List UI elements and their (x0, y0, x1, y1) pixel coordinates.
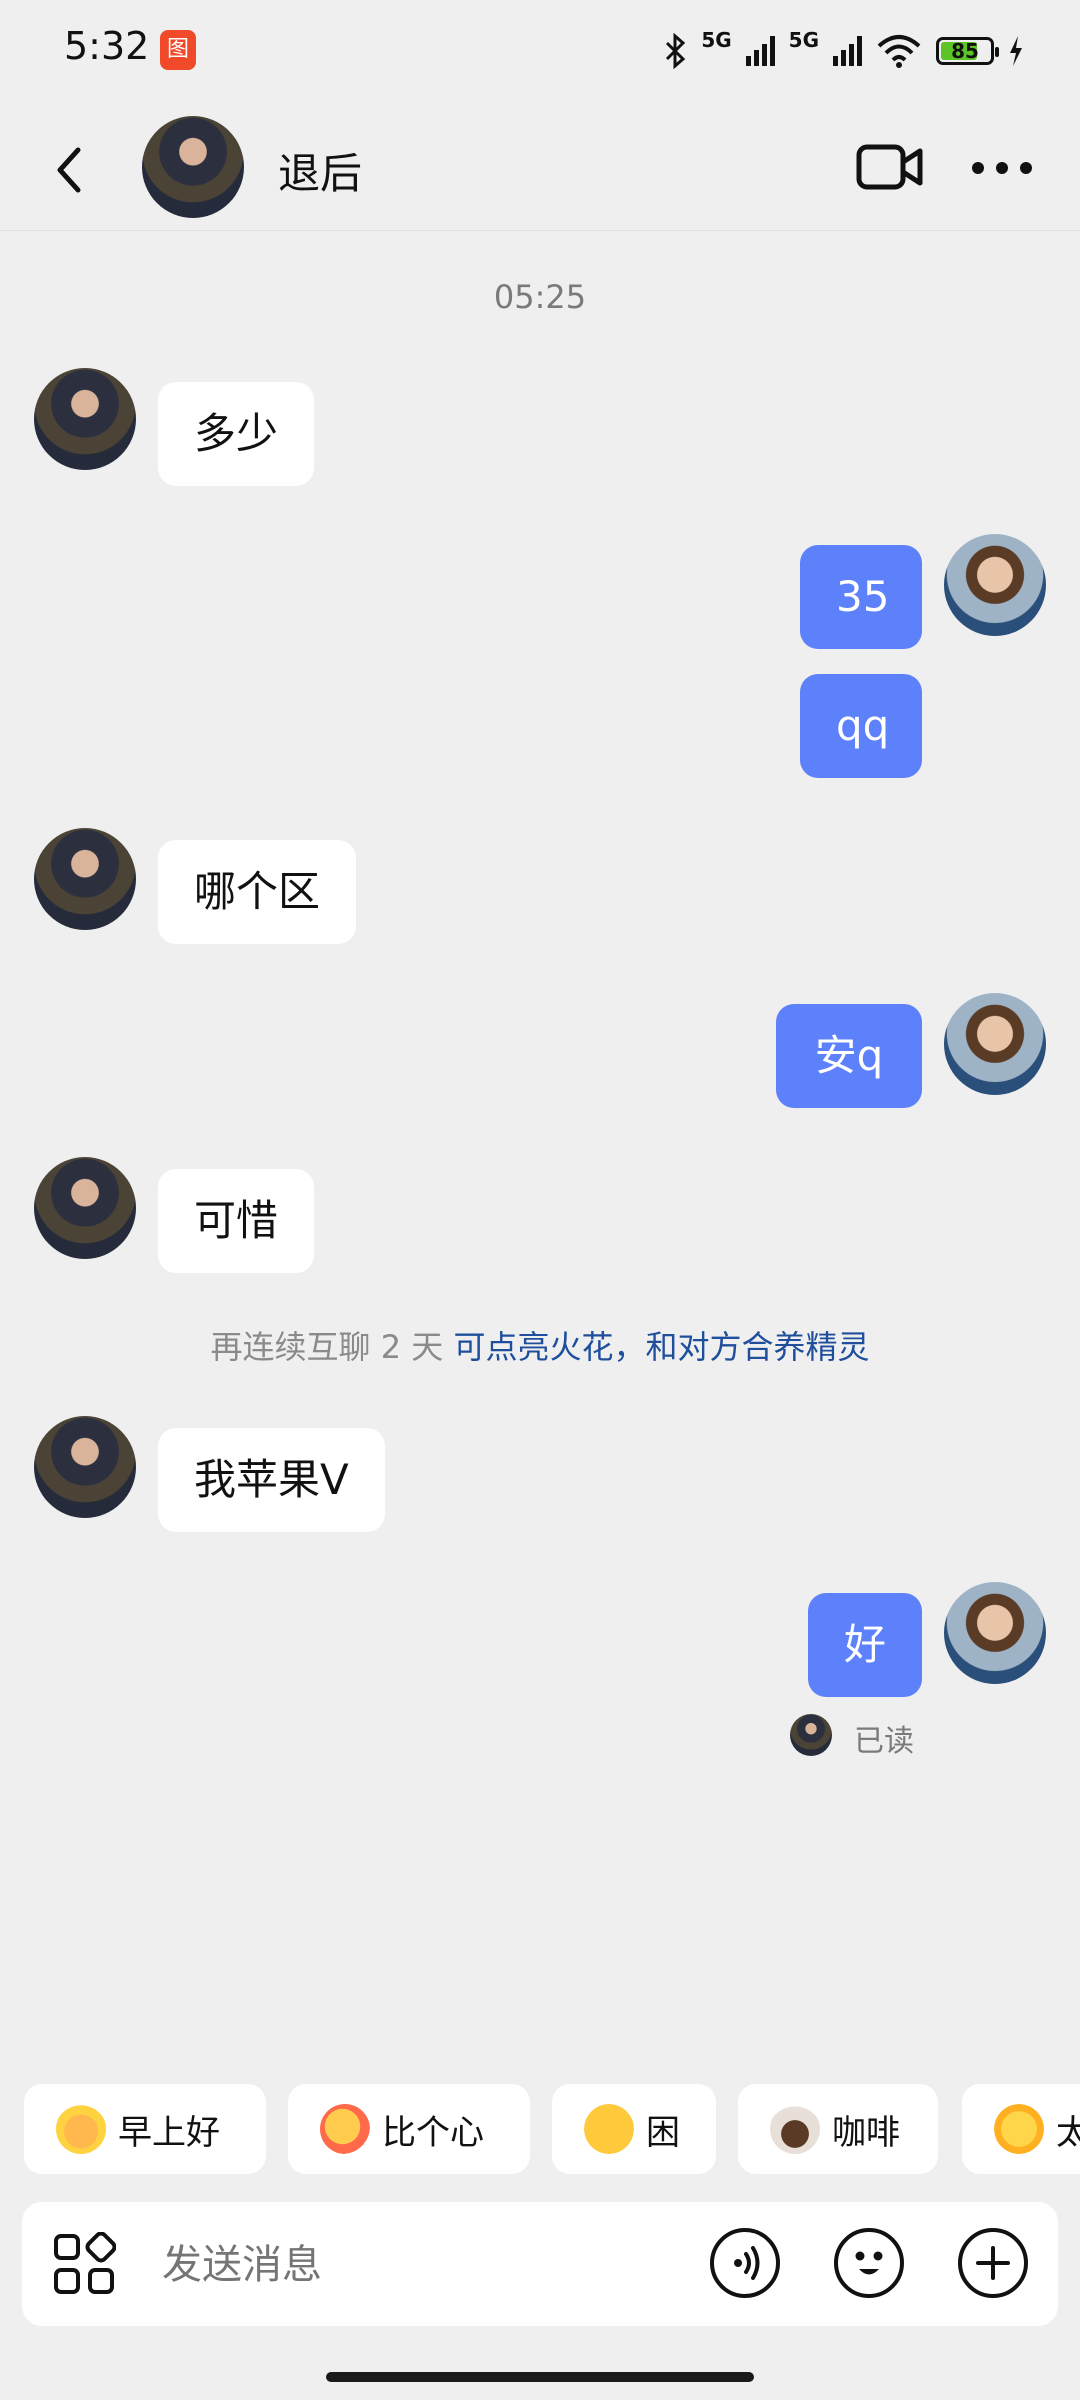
outgoing-message[interactable]: 好 (808, 1593, 922, 1697)
emoji-face-icon (855, 2251, 883, 2275)
contact-message-avatar[interactable] (34, 828, 136, 930)
my-avatar[interactable] (944, 993, 1046, 1095)
incoming-message[interactable]: 我苹果V (158, 1428, 385, 1532)
streak-hint-link[interactable]: 可点亮火花，和对方合养精灵 (453, 1328, 869, 1366)
my-avatar[interactable] (944, 534, 1046, 636)
heart-hands-emoji-icon (320, 2104, 370, 2154)
video-call-icon[interactable] (856, 142, 924, 192)
quick-reply-label: 太 (1056, 2112, 1080, 2153)
add-button[interactable] (958, 2228, 1028, 2298)
chat-header: 退后 (0, 110, 1080, 231)
incoming-message[interactable]: 哪个区 (158, 840, 357, 944)
message-input-bar (22, 2202, 1058, 2326)
signal-icon-2 (833, 36, 862, 66)
quick-reply-label: 咖啡 (832, 2112, 900, 2153)
message-input[interactable] (160, 2232, 684, 2298)
home-indicator[interactable] (326, 2372, 754, 2382)
quick-reply-chip[interactable]: 早上好 (24, 2084, 266, 2174)
voice-icon (734, 2246, 760, 2280)
contact-message-avatar[interactable] (34, 1416, 136, 1518)
more-icon[interactable] (970, 158, 1034, 178)
incoming-message[interactable]: 多少 (158, 382, 315, 486)
sun-sunglasses-emoji-icon (56, 2104, 106, 2154)
quick-reply-label: 早上好 (118, 2112, 220, 2153)
signal-icon (745, 36, 775, 66)
incoming-message[interactable]: 可惜 (158, 1169, 315, 1273)
charging-icon (1010, 36, 1022, 66)
quick-reply-label: 困 (646, 2112, 680, 2153)
contact-message-avatar[interactable] (34, 368, 136, 470)
bluetooth-icon (666, 33, 686, 69)
quick-reply-chip[interactable]: 困 (552, 2084, 716, 2174)
streak-hint-text: 再连续互聊 2 天 (210, 1328, 444, 1366)
network-5g-label-2: 5G (788, 28, 819, 52)
battery-icon: 85 (936, 37, 999, 65)
quick-reply-chip[interactable]: 太 (962, 2084, 1080, 2174)
back-icon[interactable] (50, 144, 86, 196)
coffee-emoji-icon (770, 2104, 820, 2154)
status-indicators: 5G 5G 85 (663, 28, 1024, 74)
outgoing-message[interactable]: 35 (800, 545, 922, 649)
battery-level: 85 (951, 39, 979, 63)
my-avatar[interactable] (944, 1582, 1046, 1684)
app-notification-icon: 图 (160, 30, 196, 70)
emoji-button[interactable] (834, 2228, 904, 2298)
outgoing-message[interactable]: 安q (776, 1004, 922, 1108)
voice-button[interactable] (710, 2228, 780, 2298)
sun-smile-emoji-icon (994, 2104, 1044, 2154)
read-receipt-avatar (790, 1714, 832, 1756)
network-5g-label: 5G (701, 28, 732, 52)
plus-icon (976, 2246, 1010, 2280)
contact-message-avatar[interactable] (34, 1157, 136, 1259)
quick-reply-chip[interactable]: 比个心 (288, 2084, 530, 2174)
streak-hint: 再连续互聊 2 天 可点亮火花，和对方合养精灵 (0, 1322, 1080, 1368)
chat-timestamp: 05:25 (493, 278, 587, 316)
status-time: 5:32 (64, 24, 150, 68)
contact-name[interactable]: 退后 (278, 140, 362, 201)
apps-grid-icon[interactable] (52, 2232, 116, 2296)
outgoing-message[interactable]: qq (800, 674, 922, 778)
sleepy-face-emoji-icon (584, 2104, 634, 2154)
quick-reply-label: 比个心 (382, 2112, 484, 2153)
wifi-icon (877, 35, 921, 68)
read-status: 已读 (854, 1724, 914, 1759)
contact-avatar[interactable] (142, 116, 244, 218)
quick-reply-chip[interactable]: 咖啡 (738, 2084, 938, 2174)
